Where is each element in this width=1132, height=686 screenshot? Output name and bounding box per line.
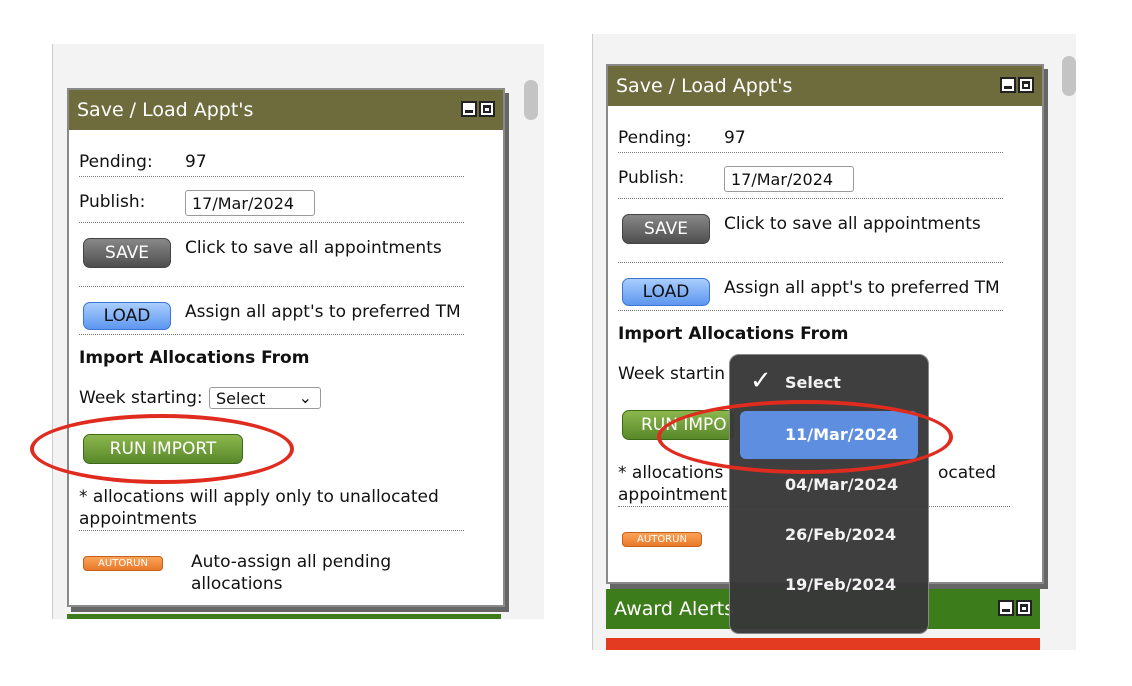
load-description: Assign all appt's to preferred TM	[185, 302, 461, 322]
autorun-button[interactable]: AUTORUN	[83, 556, 163, 571]
publish-date-input[interactable]: 17/Mar/2024	[724, 166, 854, 192]
save-load-panel: Save / Load Appt's Pending: 97 Publish: …	[67, 88, 505, 607]
dropdown-option-label: 19/Feb/2024	[785, 575, 897, 594]
panel-title: Save / Load Appt's	[616, 75, 793, 97]
pending-row: Pending: 97	[79, 152, 464, 177]
window-controls	[998, 600, 1032, 616]
panel-header: Save / Load Appt's	[69, 90, 503, 130]
publish-label: Publish:	[618, 168, 685, 188]
allocations-note: * allocations will apply only to unalloc…	[79, 487, 439, 529]
pending-label: Pending:	[79, 152, 153, 172]
minimize-icon[interactable]	[1000, 77, 1016, 93]
pending-label: Pending:	[618, 128, 692, 148]
week-select[interactable]: Select ⌄	[209, 387, 321, 409]
minimize-icon[interactable]	[461, 101, 477, 117]
checkmark-icon: ✓	[750, 366, 772, 396]
note-row: * allocations will apply only to unalloc…	[79, 486, 464, 531]
run-import-button[interactable]: RUN IMPO	[622, 410, 734, 440]
dropdown-option-26-feb-2024[interactable]: 26/Feb/2024	[740, 511, 918, 559]
panel-title: Save / Load Appt's	[77, 99, 254, 121]
save-button[interactable]: SAVE	[622, 214, 710, 244]
left-screenshot: Save / Load Appt's Pending: 97 Publish: …	[52, 44, 544, 619]
publish-row: Publish: 17/Mar/2024	[618, 164, 1003, 199]
load-description: Assign all appt's to preferred TM	[724, 278, 1000, 298]
red-panel-header	[606, 638, 1040, 650]
pending-value: 97	[185, 152, 207, 172]
save-row: SAVE Click to save all appointments	[618, 212, 1003, 263]
dropdown-option-label: Select	[785, 373, 841, 392]
minimize-icon[interactable]	[998, 600, 1014, 616]
maximize-icon[interactable]	[479, 101, 495, 117]
import-heading: Import Allocations From	[79, 348, 310, 368]
panel-header: Save / Load Appt's	[608, 66, 1042, 106]
dropdown-option-04-mar-2024[interactable]: 04/Mar/2024	[740, 461, 918, 509]
dropdown-option-label: 26/Feb/2024	[785, 525, 897, 544]
save-button[interactable]: SAVE	[83, 238, 171, 268]
dropdown-option-label: 11/Mar/2024	[785, 425, 899, 444]
dropdown-option-11-mar-2024[interactable]: 11/Mar/2024	[740, 411, 918, 459]
import-heading: Import Allocations From	[618, 324, 849, 344]
chevron-down-icon: ⌄	[298, 388, 312, 407]
left-divider	[52, 44, 53, 619]
week-starting-label: Week startin	[618, 364, 726, 384]
week-select-value: Select	[216, 389, 266, 408]
scrollbar[interactable]	[524, 80, 538, 120]
window-controls	[1000, 77, 1034, 93]
publish-date-input[interactable]: 17/Mar/2024	[185, 190, 315, 216]
allocations-note-end: ocated	[938, 463, 997, 483]
window-controls	[461, 101, 495, 117]
maximize-icon[interactable]	[1018, 77, 1034, 93]
save-row: SAVE Click to save all appointments	[79, 236, 464, 287]
maximize-icon[interactable]	[1016, 600, 1032, 616]
autorun-button[interactable]: AUTORUN	[622, 532, 702, 547]
publish-label: Publish:	[79, 192, 146, 212]
pending-value: 97	[724, 128, 746, 148]
dropdown-option-select[interactable]: ✓ Select	[740, 359, 918, 407]
right-divider	[592, 34, 593, 650]
next-panel-bar	[67, 614, 501, 619]
week-starting-label: Week starting:	[79, 388, 203, 408]
publish-row: Publish: 17/Mar/2024	[79, 188, 464, 223]
save-description: Click to save all appointments	[185, 238, 442, 258]
load-button[interactable]: LOAD	[83, 302, 171, 330]
allocations-note-line2: appointment	[618, 485, 728, 505]
award-alerts-title: Award Alerts	[614, 598, 735, 620]
save-description: Click to save all appointments	[724, 214, 981, 234]
autorun-description: Auto-assign all pending allocations	[191, 552, 392, 594]
scrollbar[interactable]	[1062, 56, 1076, 96]
week-dropdown-menu[interactable]: ✓ Select 11/Mar/2024 04/Mar/2024 26/Feb/…	[729, 354, 929, 634]
run-import-button[interactable]: RUN IMPORT	[83, 434, 243, 464]
pending-row: Pending: 97	[618, 128, 1003, 153]
load-button[interactable]: LOAD	[622, 278, 710, 306]
load-row: LOAD Assign all appt's to preferred TM	[618, 276, 1003, 311]
dropdown-option-label: 04/Mar/2024	[785, 475, 899, 494]
load-row: LOAD Assign all appt's to preferred TM	[79, 300, 464, 335]
allocations-note-start: * allocations	[618, 463, 724, 483]
dropdown-option-19-feb-2024[interactable]: 19/Feb/2024	[740, 561, 918, 609]
